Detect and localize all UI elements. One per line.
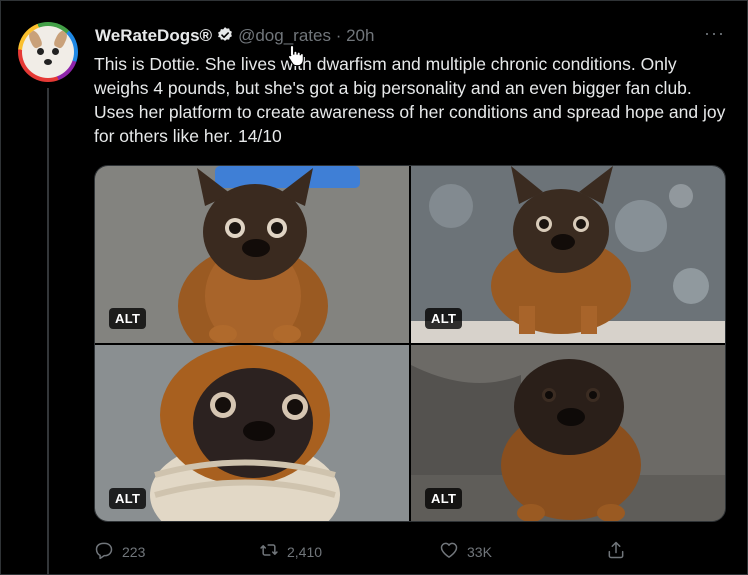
alt-badge[interactable]: ALT <box>425 488 463 509</box>
photo-dog-3[interactable]: ALT <box>95 345 409 521</box>
retweet-count: 2,410 <box>287 543 323 560</box>
tweet-text: This is Dottie. She lives with dwarfism … <box>94 54 726 146</box>
reply-count: 223 <box>122 543 146 560</box>
avatar[interactable] <box>18 22 78 82</box>
share-icon <box>606 540 626 563</box>
account-name[interactable]: WeRateDogs® <box>95 26 212 45</box>
tweet-header: WeRateDogs® @dog_rates · 20h <box>95 26 374 49</box>
avatar-dog-image <box>22 26 74 78</box>
separator-dot: · <box>335 26 342 45</box>
reply-button[interactable]: 223 <box>94 540 145 563</box>
share-button[interactable] <box>606 540 626 563</box>
retweet-button[interactable]: 2,410 <box>259 540 322 563</box>
media-grid: ALT ALT ALT ALT <box>94 165 726 522</box>
like-icon <box>439 540 459 563</box>
like-button[interactable]: 33K <box>439 540 492 563</box>
like-count: 33K <box>467 543 492 560</box>
photo-dog-2[interactable]: ALT <box>411 166 725 343</box>
photo-dog-4[interactable]: ALT <box>411 345 725 521</box>
photo-dog-1[interactable]: ALT <box>95 166 409 343</box>
reply-icon <box>94 540 114 563</box>
alt-badge[interactable]: ALT <box>109 488 147 509</box>
more-icon[interactable]: ··· <box>704 23 725 44</box>
tweet-actions: 223 2,410 33K <box>94 540 724 562</box>
account-handle[interactable]: @dog_rates <box>238 26 331 45</box>
alt-badge[interactable]: ALT <box>425 308 463 329</box>
retweet-icon <box>259 540 279 563</box>
pointer-cursor-icon <box>287 44 305 71</box>
alt-badge[interactable]: ALT <box>109 308 147 329</box>
timestamp[interactable]: 20h <box>346 26 374 45</box>
verified-badge-icon <box>216 26 234 49</box>
thread-line <box>47 88 49 575</box>
